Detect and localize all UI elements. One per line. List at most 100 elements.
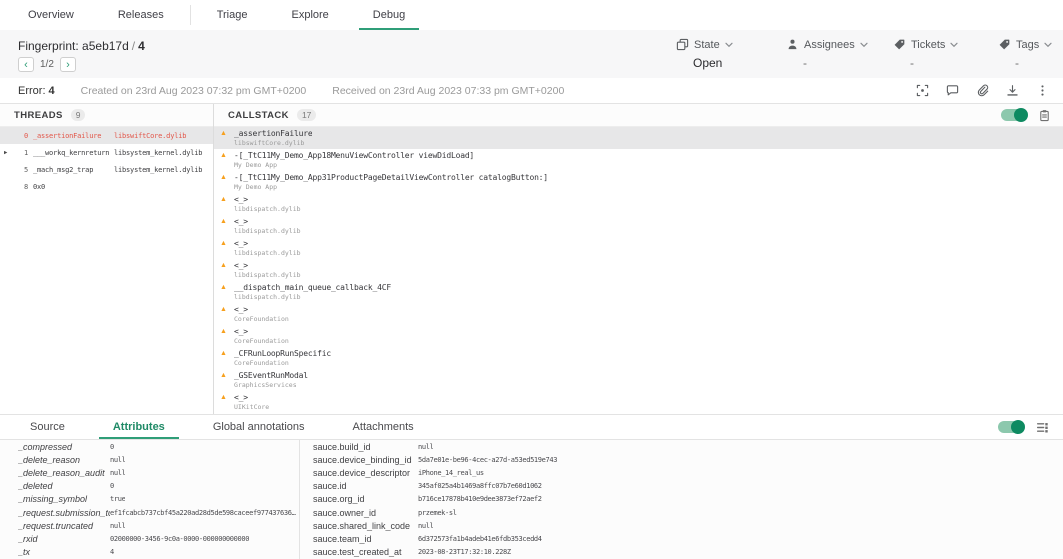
attribute-value: przemek-sl xyxy=(418,509,457,517)
attribute-row: sauce.owner_idprzemek-sl xyxy=(300,506,1063,519)
comment-icon[interactable] xyxy=(946,84,959,97)
callstack-title: CALLSTACK xyxy=(228,110,289,121)
thread-row[interactable]: 5_mach_msg2_traplibsystem_kernel.dylib xyxy=(0,161,213,178)
dropdown-value-state: Open xyxy=(693,56,733,70)
attribute-value: 5da7e01e-be96-4cec-a27d-a53ed519e743 xyxy=(418,456,557,464)
attribute-key: _deleted xyxy=(18,481,110,491)
frame-text: <_>libdispatch.dylib xyxy=(234,217,301,235)
thread-id: 1 xyxy=(24,149,33,157)
frame-function: <_> xyxy=(234,217,301,226)
attribute-value: null xyxy=(418,522,433,530)
warning-icon: ▲ xyxy=(214,129,234,138)
dropdown-tickets[interactable]: Tickets- xyxy=(893,38,958,70)
created-timestamp: Created on 23rd Aug 2023 07:32 pm GMT+02… xyxy=(81,85,307,97)
callstack-frame[interactable]: ▲<_>CoreFoundation xyxy=(214,303,1063,325)
frame-function: -[_TtC11My_Demo_App18MenuViewController … xyxy=(234,151,474,160)
warning-icon: ▲ xyxy=(214,173,234,182)
threads-count-badge: 9 xyxy=(71,109,86,121)
thread-row[interactable]: 0_assertionFailurelibswiftCore.dylib xyxy=(0,127,213,144)
frame-function: __dispatch_main_queue_callback_4CF xyxy=(234,283,391,292)
dropdown-assignees[interactable]: Assignees- xyxy=(786,38,868,70)
attribute-value: null xyxy=(110,456,125,464)
frame-text: __dispatch_main_queue_callback_4CFlibdis… xyxy=(234,283,391,301)
view-list-icon[interactable] xyxy=(1036,421,1049,434)
focus-icon[interactable] xyxy=(916,84,929,97)
callstack-frame[interactable]: ▲<_>UIKitCore xyxy=(214,391,1063,413)
frame-function: <_> xyxy=(234,239,301,248)
frame-module: libswiftCore.dylib xyxy=(234,140,312,147)
attribute-row: sauce.device_descriptoriPhone_14_real_us xyxy=(300,466,1063,479)
callstack-count-badge: 17 xyxy=(297,109,316,121)
attributes-column-internal: _compressed0_delete_reasonnull_delete_re… xyxy=(0,440,300,559)
attribute-value: iPhone_14_real_us xyxy=(418,469,484,477)
frame-module: My Demo App xyxy=(234,184,548,191)
warning-icon: ▲ xyxy=(214,239,234,248)
callstack-frame[interactable]: ▲-[_TtC11My_Demo_App18MenuViewController… xyxy=(214,149,1063,171)
tab-explore[interactable]: Explore xyxy=(269,0,350,30)
state-icon xyxy=(676,38,689,51)
attribute-key: _compressed xyxy=(18,442,110,452)
error-label: Error: xyxy=(18,85,46,97)
frame-text: _CFRunLoopRunSpecificCoreFoundation xyxy=(234,349,331,367)
thread-function: 0x0 xyxy=(33,183,114,191)
attribute-row: _rxid02000000-3456-9c0a-0000-00000000000… xyxy=(0,532,299,545)
thread-module: libswiftCore.dylib xyxy=(114,132,213,140)
frame-module: CoreFoundation xyxy=(234,316,289,323)
attributes-toggle[interactable] xyxy=(998,421,1024,433)
thread-row[interactable]: 80x0 xyxy=(0,178,213,195)
thread-row[interactable]: ▶1___workq_kernreturnlibsystem_kernel.dy… xyxy=(0,144,213,161)
callstack-frame[interactable]: ▲__dispatch_main_queue_callback_4CFlibdi… xyxy=(214,281,1063,303)
callstack-frame[interactable]: ▲<_>libdispatch.dylib xyxy=(214,193,1063,215)
callstack-frame[interactable]: ▲_CFRunLoopRunSpecificCoreFoundation xyxy=(214,347,1063,369)
tab-attachments[interactable]: Attachments xyxy=(329,415,438,439)
callstack-frame[interactable]: ▲<_>CoreFoundation xyxy=(214,325,1063,347)
threads-title: THREADS xyxy=(14,110,63,121)
chevron-down-icon xyxy=(725,42,733,48)
attribute-key: _request.submission_token xyxy=(18,508,110,518)
callstack-frame[interactable]: ▲_assertionFailurelibswiftCore.dylib xyxy=(214,127,1063,149)
frame-module: UIKitCore xyxy=(234,404,269,411)
fingerprint-bar: Fingerprint: a5eb17d/4 ‹ 1/2 › StateOpen… xyxy=(0,30,1063,79)
thread-function: ___workq_kernreturn xyxy=(33,149,114,157)
attribute-value: 02000000-3456-9c0a-0000-000000000000 xyxy=(110,535,249,543)
tab-overview[interactable]: Overview xyxy=(6,0,96,30)
download-icon[interactable] xyxy=(1006,84,1019,97)
dropdown-header-tickets: Tickets xyxy=(893,38,958,51)
frame-text: <_>libdispatch.dylib xyxy=(234,261,301,279)
attribute-row: _deleted0 xyxy=(0,480,299,493)
tab-global-annotations[interactable]: Global annotations xyxy=(189,415,329,439)
frame-module: CoreFoundation xyxy=(234,338,289,345)
callstack-frame[interactable]: ▲<_>libdispatch.dylib xyxy=(214,215,1063,237)
dropdown-tags[interactable]: Tags- xyxy=(998,38,1052,70)
triage-dropdowns: StateOpen Assignees- Tickets- Tags- xyxy=(0,30,1063,78)
chevron-down-icon xyxy=(950,42,958,48)
tab-debug[interactable]: Debug xyxy=(351,0,427,30)
frame-module: libdispatch.dylib xyxy=(234,250,301,257)
kebab-menu-icon[interactable] xyxy=(1036,84,1049,97)
callstack-toggle[interactable] xyxy=(1001,109,1027,121)
tab-attributes[interactable]: Attributes xyxy=(89,415,189,439)
callstack-frame[interactable]: ▲<_>libdispatch.dylib xyxy=(214,259,1063,281)
tab-source[interactable]: Source xyxy=(6,415,89,439)
attribute-value: null xyxy=(110,469,125,477)
attribute-value: 4 xyxy=(110,548,114,556)
attribute-row: sauce.id345af025a4b1469a8ffc07b7e60d1062 xyxy=(300,480,1063,493)
copy-clipboard-icon[interactable] xyxy=(1038,109,1051,122)
ticket-icon xyxy=(893,38,906,51)
warning-icon: ▲ xyxy=(214,195,234,204)
assignee-icon xyxy=(786,38,799,51)
callstack-frame[interactable]: ▲-[_TtC11My_Demo_App31ProductPageDetailV… xyxy=(214,171,1063,193)
error-toolbar xyxy=(916,84,1049,97)
callstack-frame[interactable]: ▲_GSEventRunModalGraphicsServices xyxy=(214,369,1063,391)
attributes-panel: _compressed0_delete_reasonnull_delete_re… xyxy=(0,440,1063,559)
attribute-value: 6d372573fa1b4adeb41e6fdb353cedd4 xyxy=(418,535,542,543)
attribute-key: _tx xyxy=(18,547,110,557)
attachment-icon[interactable] xyxy=(976,84,989,97)
attribute-key: _rxid xyxy=(18,534,110,544)
attribute-row: _request.truncatednull xyxy=(0,519,299,532)
callstack-frame[interactable]: ▲<_> libdispatch.dylib xyxy=(214,237,1063,259)
dropdown-state[interactable]: StateOpen xyxy=(676,38,733,70)
warning-icon: ▲ xyxy=(214,151,234,160)
tab-releases[interactable]: Releases xyxy=(96,0,186,30)
tab-triage[interactable]: Triage xyxy=(195,0,270,30)
